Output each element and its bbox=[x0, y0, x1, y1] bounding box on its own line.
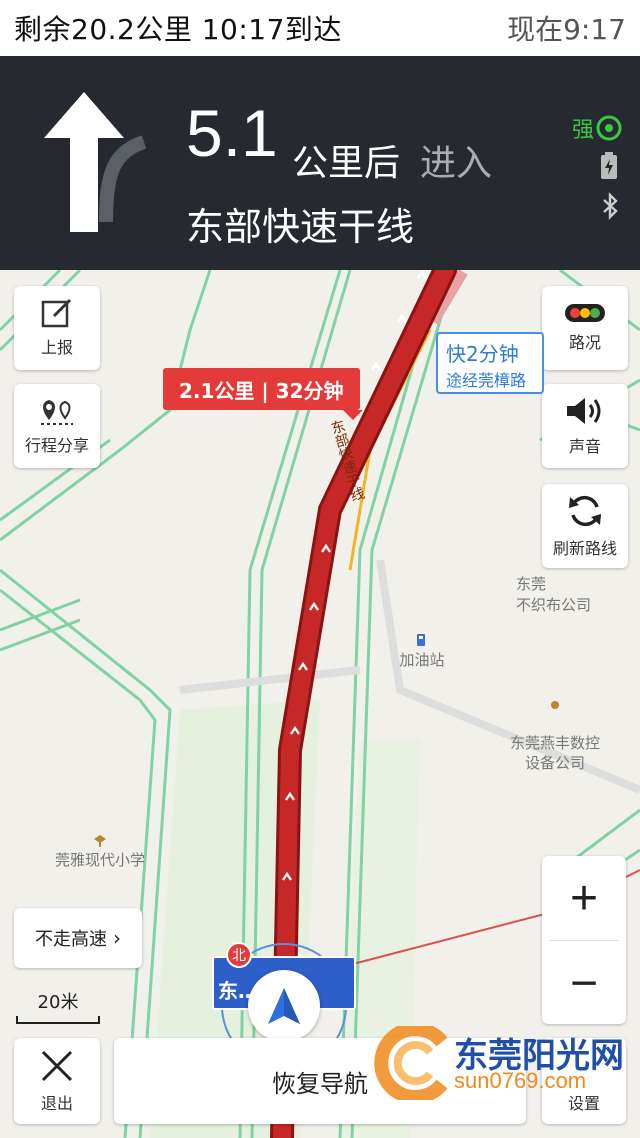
map-scale-bar bbox=[16, 1016, 100, 1024]
gps-signal: 强 bbox=[572, 112, 622, 144]
bluetooth-icon bbox=[603, 192, 618, 220]
zoom-out-button[interactable]: − bbox=[542, 941, 626, 1025]
map-scale: 20米 bbox=[16, 988, 100, 1024]
avoid-highway-label: 不走高速 bbox=[35, 929, 107, 950]
settings-button[interactable]: 设置 bbox=[542, 1038, 626, 1124]
traffic-label: 路况 bbox=[568, 333, 601, 352]
next-turn-distance: 5.1 bbox=[186, 96, 278, 170]
exit-button[interactable]: 退出 bbox=[14, 1038, 100, 1124]
share-route-icon bbox=[41, 400, 73, 425]
refresh-route-button[interactable]: 刷新路线 bbox=[542, 484, 628, 568]
north-compass-badge[interactable]: 北 bbox=[226, 942, 252, 968]
poi-gas-station-label: 加油站 bbox=[399, 651, 445, 669]
zoom-control: + − bbox=[542, 856, 626, 1024]
close-icon bbox=[41, 1050, 73, 1082]
satellite-icon bbox=[596, 115, 622, 141]
company-icon bbox=[551, 701, 559, 710]
next-road-name: 东部快速干线 bbox=[186, 205, 415, 249]
gas-station-icon bbox=[417, 634, 425, 646]
settings-label: 设置 bbox=[567, 1094, 600, 1113]
alternate-route-time: 快2分钟 bbox=[446, 342, 519, 366]
school-icon bbox=[94, 835, 106, 847]
avoid-highway-button[interactable]: 不走高速 › bbox=[14, 908, 142, 968]
current-time: 现在9:17 bbox=[507, 13, 626, 46]
straight-arrow-icon bbox=[44, 92, 147, 232]
alternate-route-via: 途经莞樟路 bbox=[446, 371, 527, 390]
status-bar: 剩余20.2公里 10:17到达 现在9:17 bbox=[0, 0, 640, 56]
traffic-button[interactable]: 路况 bbox=[542, 286, 628, 370]
navigation-arrow-icon bbox=[268, 988, 300, 1024]
distance-unit: 公里后 bbox=[292, 143, 401, 184]
remaining-distance-eta: 剩余20.2公里 10:17到达 bbox=[14, 13, 342, 46]
poi-gas-station[interactable]: 加油站 bbox=[398, 632, 446, 670]
speaker-icon bbox=[567, 398, 601, 424]
report-label: 上报 bbox=[40, 338, 73, 357]
guidance-panel: 5.1 公里后 进入 东部快速干线 强 bbox=[0, 56, 640, 270]
poi-company-cnc-label: 东莞燕丰数控 设备公司 bbox=[509, 733, 600, 772]
exit-label: 退出 bbox=[40, 1094, 73, 1113]
route-remaining-tag: 2.1公里 | 32分钟 bbox=[163, 368, 363, 420]
current-location-marker bbox=[248, 970, 320, 1042]
battery-charging-icon bbox=[601, 152, 617, 179]
refresh-icon bbox=[569, 495, 601, 527]
chevron-right-icon: › bbox=[113, 926, 121, 950]
alternate-route-tag[interactable]: 快2分钟 途经莞樟路 bbox=[436, 332, 544, 394]
share-trip-label: 行程分享 bbox=[24, 436, 89, 455]
traffic-light-icon bbox=[565, 304, 605, 322]
sound-button[interactable]: 声音 bbox=[542, 384, 628, 468]
map-scale-label: 20米 bbox=[37, 992, 79, 1013]
poi-company-cnc[interactable]: 东莞燕丰数控 设备公司 bbox=[500, 680, 610, 773]
map-view[interactable]: 东部快速干线 加油站 东莞燕丰数控 设备公司 东莞 不织布公司 莞雅现代小学 上… bbox=[0, 270, 640, 1138]
turn-action: 进入 bbox=[420, 143, 493, 184]
zoom-in-button[interactable]: + bbox=[542, 856, 626, 940]
resume-navigation-button[interactable]: 恢复导航 bbox=[114, 1038, 526, 1124]
poi-company-nonwoven-label: 东莞 不织布公司 bbox=[516, 575, 592, 614]
share-trip-button[interactable]: 行程分享 bbox=[14, 384, 100, 468]
poi-school-label: 莞雅现代小学 bbox=[54, 851, 145, 869]
sound-label: 声音 bbox=[568, 437, 601, 456]
gps-signal-label: 强 bbox=[572, 118, 595, 143]
poi-school[interactable]: 莞雅现代小学 bbox=[40, 834, 160, 870]
edit-icon bbox=[41, 298, 72, 328]
report-button[interactable]: 上报 bbox=[14, 286, 100, 370]
refresh-route-label: 刷新路线 bbox=[552, 539, 617, 558]
